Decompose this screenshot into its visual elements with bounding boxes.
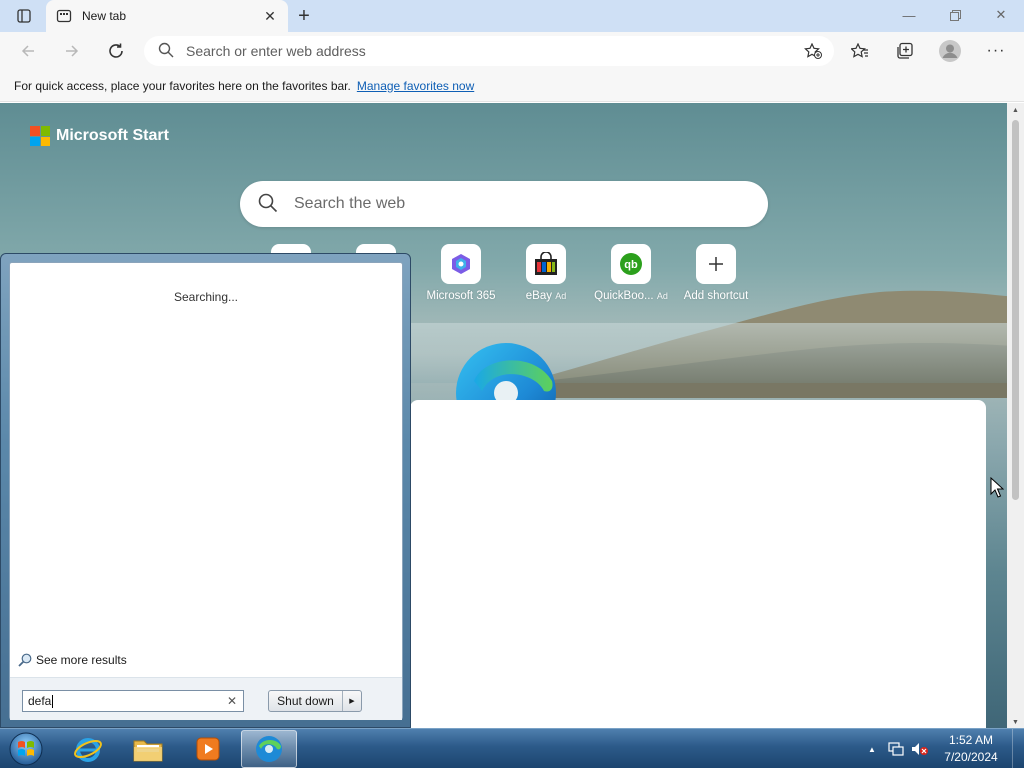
show-desktop-button[interactable]	[1012, 729, 1024, 768]
close-window-button[interactable]: ✕	[978, 0, 1024, 30]
file-explorer-icon[interactable]	[120, 730, 176, 768]
microsoft-logo-icon	[30, 126, 50, 146]
address-placeholder: Search or enter web address	[186, 43, 366, 59]
network-icon[interactable]	[886, 729, 906, 768]
magnifier-icon	[18, 653, 32, 667]
media-player-icon[interactable]	[180, 730, 236, 768]
start-search-value: defa	[28, 694, 52, 708]
ad-badge: Ad	[656, 291, 668, 301]
favorites-bar: For quick access, place your favorites h…	[0, 70, 1024, 102]
scroll-thumb[interactable]	[1012, 120, 1019, 500]
tab-bar: New tab ✕ + — ✕	[0, 0, 1024, 32]
edge-logo-icon	[454, 341, 558, 401]
scroll-down-arrow-icon[interactable]: ▼	[1007, 715, 1024, 729]
web-search-placeholder: Search the web	[294, 195, 406, 212]
system-clock[interactable]: 1:52 AM 7/20/2024	[935, 732, 1007, 766]
plus-icon	[696, 244, 736, 284]
tab-new-tab[interactable]: New tab ✕	[46, 0, 288, 32]
page-scrollbar[interactable]: ▲ ▼	[1007, 103, 1024, 729]
see-more-results-link[interactable]: See more results	[18, 653, 127, 667]
back-button[interactable]	[14, 37, 42, 65]
close-tab-icon[interactable]: ✕	[262, 8, 278, 24]
minimize-button[interactable]: —	[886, 0, 932, 30]
text-caret	[52, 694, 54, 708]
ad-badge: Ad	[555, 291, 567, 301]
edge-taskbar-icon[interactable]	[241, 730, 297, 768]
scroll-up-arrow-icon[interactable]: ▲	[1007, 103, 1024, 117]
search-icon	[158, 42, 174, 61]
address-bar[interactable]: Search or enter web address	[144, 36, 834, 66]
start-menu-bottom-bar: defa ✕ Shut down ▶	[10, 678, 402, 720]
shutdown-options-arrow-icon[interactable]: ▶	[343, 691, 361, 711]
news-feed-card	[410, 400, 986, 729]
microsoft-365-icon	[441, 244, 481, 284]
start-menu: Searching... See more results defa ✕ Shu…	[0, 253, 411, 728]
start-menu-results-panel: Searching... See more results defa ✕ Shu…	[9, 262, 403, 720]
collections-icon[interactable]	[891, 37, 919, 65]
mouse-cursor-icon	[990, 477, 1004, 498]
shortcut-ebay[interactable]: eBay Ad	[508, 244, 584, 302]
web-search-box[interactable]: Search the web	[240, 181, 768, 227]
tab-actions-icon[interactable]	[8, 6, 40, 26]
clock-time: 1:52 AM	[948, 733, 994, 747]
show-hidden-icons-arrow-icon[interactable]: ▲	[864, 729, 880, 768]
shortcut-label: Add shortcut	[683, 290, 749, 302]
start-orb-icon[interactable]	[6, 730, 46, 768]
clock-date: 7/20/2024	[944, 750, 998, 764]
shortcut-label: eBay	[525, 290, 552, 302]
forward-button[interactable]	[58, 37, 86, 65]
microsoft-start-logo[interactable]: Microsoft Start	[30, 126, 169, 146]
brand-name: Microsoft Start	[56, 127, 169, 144]
volume-muted-icon[interactable]	[910, 729, 930, 768]
favorites-bar-hint: For quick access, place your favorites h…	[14, 78, 351, 93]
shortcut-label: QuickBoo...	[594, 290, 654, 302]
taskbar: ▲ 1:52 AM 7/20/2024	[0, 728, 1024, 768]
shortcut-label: Microsoft 365	[426, 290, 496, 302]
favorites-icon[interactable]	[846, 37, 874, 65]
browser-toolbar: Search or enter web address ···	[0, 32, 1024, 70]
new-tab-icon	[56, 8, 72, 24]
shortcut-microsoft-365[interactable]: Microsoft 365	[423, 244, 499, 302]
new-tab-button[interactable]: +	[292, 5, 316, 27]
clear-search-icon[interactable]: ✕	[227, 694, 237, 708]
quickbooks-icon: qb	[611, 244, 651, 284]
more-menu-icon[interactable]: ···	[982, 37, 1010, 65]
start-search-input[interactable]: defa ✕	[22, 690, 244, 712]
see-more-label: See more results	[36, 653, 127, 667]
svg-text:qb: qb	[624, 259, 638, 271]
search-status: Searching...	[173, 290, 239, 304]
tab-title: New tab	[82, 9, 127, 23]
shutdown-button[interactable]: Shut down ▶	[268, 690, 362, 712]
manage-favorites-link[interactable]: Manage favorites now	[357, 79, 474, 93]
ebay-bag-icon	[526, 244, 566, 284]
internet-explorer-icon[interactable]	[60, 730, 116, 768]
shortcut-add[interactable]: Add shortcut	[678, 244, 754, 302]
shortcut-quickbooks[interactable]: qb QuickBoo... Ad	[593, 244, 669, 302]
search-icon	[258, 193, 278, 216]
add-favorite-icon[interactable]	[804, 42, 822, 62]
refresh-button[interactable]	[102, 37, 130, 65]
restore-button[interactable]	[932, 0, 978, 30]
profile-avatar-icon[interactable]	[936, 37, 964, 65]
shutdown-label[interactable]: Shut down	[269, 691, 343, 711]
